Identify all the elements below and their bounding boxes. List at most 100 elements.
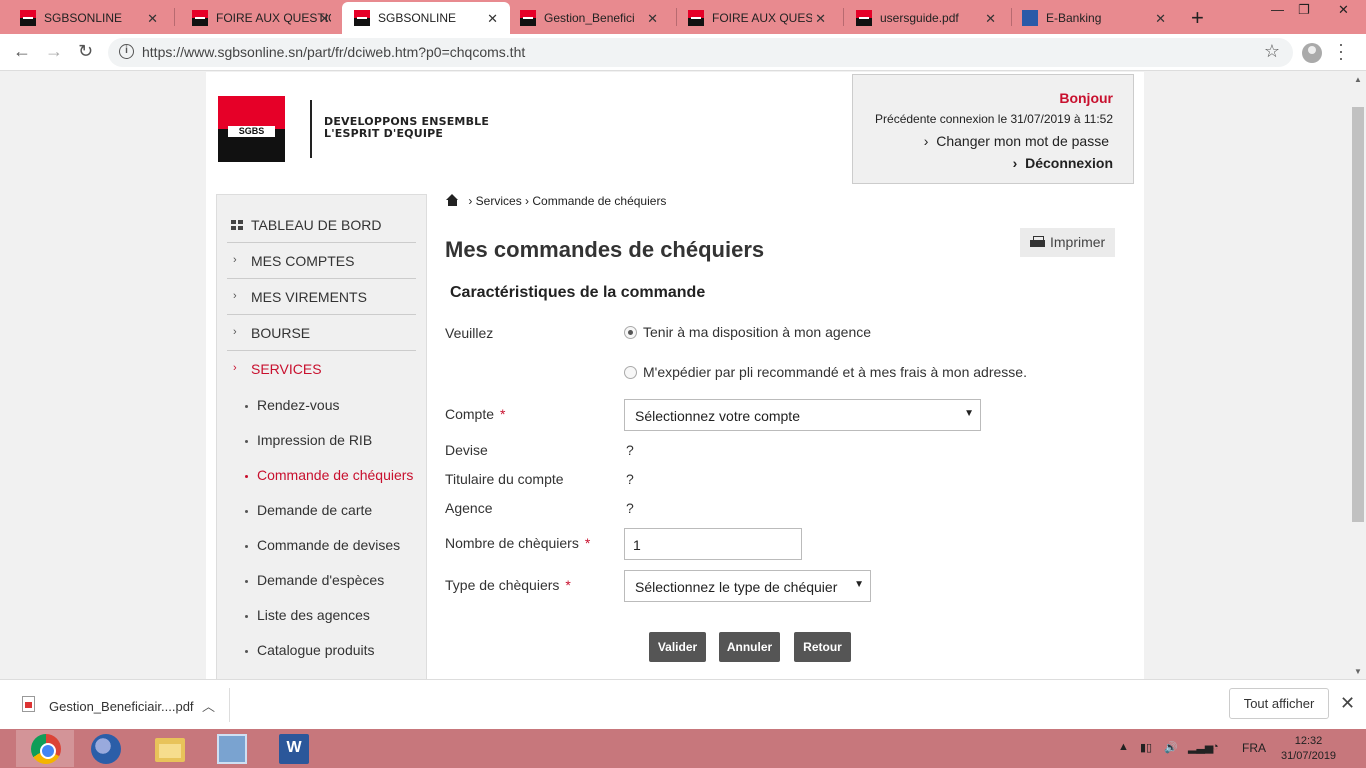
page-scrollbar[interactable]: ▲ ▼ bbox=[1350, 72, 1366, 679]
sgbs-logo[interactable]: SGBS bbox=[218, 96, 285, 162]
chevron-right-icon: › bbox=[233, 326, 237, 338]
browser-tab[interactable]: SGBSONLINE ✕ bbox=[0, 2, 170, 34]
sidebar-subitem-appointment[interactable]: Rendez-vous bbox=[245, 397, 340, 413]
radio-mail-delivery-label[interactable]: M'expédier par pli recommandé et à mes f… bbox=[643, 364, 1027, 380]
battery-icon[interactable]: ▮▯ bbox=[1140, 741, 1152, 754]
sidebar-subitem-chequebook[interactable]: Commande de chéquiers bbox=[245, 467, 413, 483]
last-login: Précédente connexion le 31/07/2019 à 11:… bbox=[875, 112, 1113, 126]
sidebar-item-stock-market[interactable]: › BOURSE bbox=[227, 315, 416, 351]
taskbar-thunderbird[interactable] bbox=[76, 730, 134, 767]
sgbs-favicon-icon bbox=[520, 10, 536, 26]
browser-toolbar: ← → ↻ i https://www.sgbsonline.sn/part/f… bbox=[0, 34, 1366, 71]
devise-label: Devise bbox=[445, 442, 488, 458]
radio-agency-pickup[interactable] bbox=[624, 326, 637, 339]
sidebar-item-transfers[interactable]: › MES VIREMENTS bbox=[227, 279, 416, 315]
agence-value: ? bbox=[626, 500, 634, 516]
close-tab-icon[interactable]: ✕ bbox=[487, 11, 498, 27]
close-download-bar-icon[interactable]: ✕ bbox=[1340, 693, 1355, 714]
volume-icon[interactable]: 🔊 bbox=[1164, 741, 1178, 754]
slogan: DEVELOPPONS ENSEMBLE L'ESPRIT D'EQUIPE bbox=[324, 115, 490, 140]
remote-desktop-icon bbox=[217, 734, 247, 764]
taskbar-remote-desktop[interactable] bbox=[202, 730, 260, 767]
sidebar-item-services[interactable]: › SERVICES bbox=[227, 351, 416, 387]
sidebar: TABLEAU DE BORD › MES COMPTES › MES VIRE… bbox=[216, 194, 427, 679]
browser-tab[interactable]: FOIRE AUX QUESTIONS ✕ bbox=[668, 2, 838, 34]
sidebar-item-accounts[interactable]: › MES COMPTES bbox=[227, 243, 416, 279]
compte-label: Compte * bbox=[445, 406, 506, 422]
sidebar-subitem-rib[interactable]: Impression de RIB bbox=[245, 432, 372, 448]
close-tab-icon[interactable]: ✕ bbox=[985, 11, 996, 27]
sgbs-favicon-icon bbox=[856, 10, 872, 26]
logout-link[interactable]: › Déconnexion bbox=[1013, 155, 1113, 171]
maximize-icon[interactable]: ❐ bbox=[1298, 2, 1310, 18]
forward-icon[interactable]: → bbox=[45, 41, 63, 62]
breadcrumb-current: › Commande de chéquiers bbox=[525, 194, 667, 208]
chevron-right-icon: › bbox=[233, 290, 237, 302]
bookmark-star-icon[interactable]: ☆ bbox=[1264, 41, 1280, 62]
sidebar-subitem-catalogue[interactable]: Catalogue produits bbox=[245, 642, 375, 658]
back-button[interactable]: Retour bbox=[794, 632, 851, 662]
validate-button[interactable]: Valider bbox=[649, 632, 706, 662]
sgbs-favicon-icon bbox=[688, 10, 704, 26]
sgbs-favicon-icon bbox=[20, 10, 36, 26]
menu-icon[interactable]: · · · bbox=[1338, 35, 1344, 67]
browser-tab[interactable]: E-Banking ✕ bbox=[1002, 2, 1178, 34]
profile-icon[interactable] bbox=[1302, 43, 1322, 63]
browser-tab[interactable]: Gestion_Beneficiaires ✕ bbox=[500, 2, 670, 34]
tray-expand-icon[interactable]: ▲ bbox=[1118, 741, 1129, 753]
browser-tab[interactable]: usersguide.pdf ✕ bbox=[836, 2, 1008, 34]
notification-icon[interactable]: ◔ bbox=[1212, 741, 1219, 753]
sidebar-subitem-agencies[interactable]: Liste des agences bbox=[245, 607, 370, 623]
address-bar[interactable]: i https://www.sgbsonline.sn/part/fr/dciw… bbox=[108, 38, 1293, 67]
home-icon[interactable] bbox=[446, 194, 459, 206]
sidebar-subitem-cash[interactable]: Demande d'espèces bbox=[245, 572, 384, 588]
info-icon[interactable]: i bbox=[119, 44, 134, 59]
sidebar-item-dashboard[interactable]: TABLEAU DE BORD bbox=[227, 207, 416, 243]
radio-agency-pickup-label[interactable]: Tenir à ma disposition à mon agence bbox=[643, 324, 871, 340]
new-tab-icon[interactable]: + bbox=[1191, 5, 1204, 31]
show-all-button[interactable]: Tout afficher bbox=[1229, 688, 1329, 719]
breadcrumb-services[interactable]: › Services bbox=[468, 194, 521, 208]
account-select[interactable]: Sélectionnez votre compte ▼ bbox=[624, 399, 981, 431]
close-tab-icon[interactable]: ✕ bbox=[1155, 11, 1166, 27]
browser-tab-active[interactable]: SGBSONLINE ✕ bbox=[342, 2, 510, 34]
chevron-right-icon: › bbox=[233, 362, 237, 374]
titulaire-value: ? bbox=[626, 471, 634, 487]
close-tab-icon[interactable]: ✕ bbox=[647, 11, 658, 27]
taskbar-chrome[interactable] bbox=[16, 730, 74, 767]
scroll-up-icon[interactable]: ▲ bbox=[1354, 75, 1362, 84]
print-button[interactable]: Imprimer bbox=[1020, 228, 1115, 257]
minimize-icon[interactable]: — bbox=[1271, 2, 1284, 17]
logo-divider bbox=[310, 100, 312, 158]
dropdown-arrow-icon: ▼ bbox=[854, 579, 864, 590]
browser-tab-strip: SGBSONLINE ✕ FOIRE AUX QUESTIONS ✕ SGBSO… bbox=[0, 0, 1366, 34]
radio-mail-delivery[interactable] bbox=[624, 366, 637, 379]
taskbar-word[interactable] bbox=[264, 730, 322, 767]
reload-icon[interactable]: ↻ bbox=[78, 41, 93, 62]
close-tab-icon[interactable]: ✕ bbox=[815, 11, 826, 27]
sgbs-favicon-icon bbox=[192, 10, 208, 26]
taskbar-file-explorer[interactable] bbox=[140, 730, 198, 767]
greeting: Bonjour bbox=[1059, 90, 1113, 106]
sidebar-subitem-card[interactable]: Demande de carte bbox=[245, 502, 372, 518]
close-tab-icon[interactable]: ✕ bbox=[319, 11, 330, 27]
back-icon[interactable]: ← bbox=[13, 41, 31, 62]
close-window-icon[interactable]: ✕ bbox=[1338, 2, 1349, 18]
chequebook-type-select[interactable]: Sélectionnez le type de chéquier ▼ bbox=[624, 570, 871, 602]
clock[interactable]: 12:32 31/07/2019 bbox=[1281, 734, 1336, 764]
sidebar-subitem-currency[interactable]: Commande de devises bbox=[245, 537, 400, 553]
file-explorer-icon bbox=[155, 738, 185, 762]
download-item[interactable]: Gestion_Beneficiair....pdf bbox=[49, 699, 194, 714]
network-icon[interactable]: ▂▃▅ bbox=[1188, 741, 1213, 754]
chevron-up-icon[interactable]: ︿ bbox=[202, 696, 215, 715]
close-tab-icon[interactable]: ✕ bbox=[147, 11, 158, 27]
word-icon bbox=[279, 734, 309, 764]
scroll-down-icon[interactable]: ▼ bbox=[1354, 667, 1362, 676]
chequebook-count-input[interactable]: 1 bbox=[624, 528, 802, 560]
language-indicator[interactable]: FRA bbox=[1242, 741, 1266, 755]
browser-tab[interactable]: FOIRE AUX QUESTIONS ✕ bbox=[172, 2, 342, 34]
scrollbar-thumb[interactable] bbox=[1352, 107, 1364, 522]
cancel-button[interactable]: Annuler bbox=[719, 632, 780, 662]
url-text[interactable]: https://www.sgbsonline.sn/part/fr/dciweb… bbox=[142, 44, 525, 60]
change-password-link[interactable]: › Changer mon mot de passe bbox=[924, 133, 1109, 149]
